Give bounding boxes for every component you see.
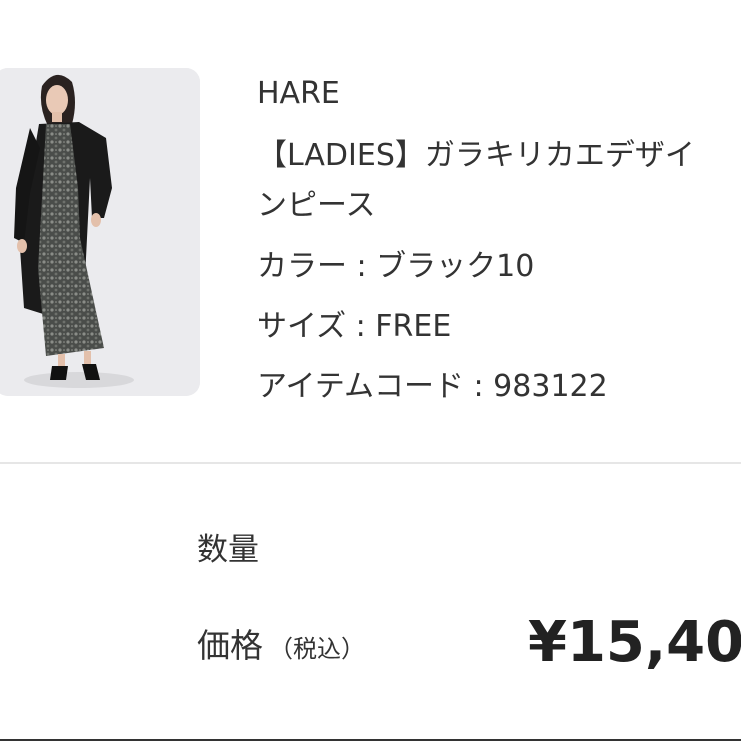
- product-name-line-2[interactable]: ンピース: [257, 186, 376, 226]
- order-summary-page: HARE 【LADIES】ガラキリカエデザイ ンピース カラー : ブラック10…: [0, 0, 741, 741]
- product-color: カラー : ブラック10: [257, 249, 535, 284]
- price-label-row: 価格 （税込）: [197, 624, 365, 671]
- price-label: 価格: [197, 626, 263, 665]
- dress-model-photo: [0, 68, 200, 396]
- section-divider: [0, 462, 741, 464]
- product-item-code: アイテムコード : 983122: [257, 369, 608, 404]
- product-card[interactable]: HARE 【LADIES】ガラキリカエデザイ ンピース カラー : ブラック10…: [0, 0, 741, 462]
- product-size: サイズ : FREE: [257, 309, 452, 344]
- product-image[interactable]: [0, 68, 200, 396]
- price-value: ¥15,40: [528, 610, 741, 675]
- quantity-label: 数量: [197, 532, 259, 568]
- tax-included-note: （税込）: [269, 635, 365, 663]
- brand-name: HARE: [257, 76, 340, 111]
- product-name-line-1[interactable]: 【LADIES】ガラキリカエデザイ: [257, 136, 695, 176]
